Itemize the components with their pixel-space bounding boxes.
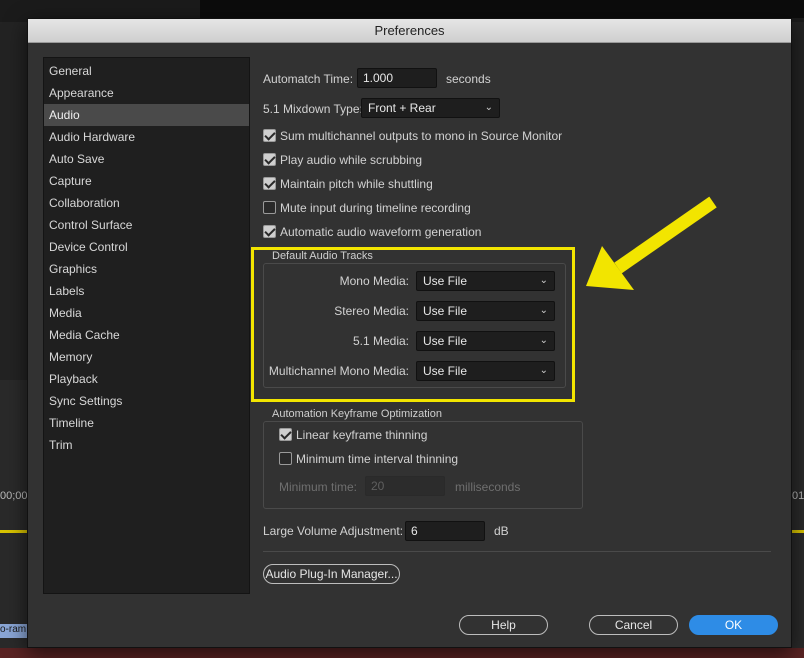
track-type-label: 5.1 Media: <box>352 334 409 348</box>
audio-preferences-panel: Automatch Time: 1.000 seconds 5.1 Mixdow… <box>28 19 791 647</box>
checkbox-label: Mute input during timeline recording <box>280 201 471 215</box>
automatch-label: Automatch Time: <box>263 72 354 86</box>
background-app-panel <box>200 0 804 18</box>
chevron-down-icon: ⌄ <box>539 305 548 316</box>
track-format-select[interactable]: Use File ⌄ <box>416 331 555 351</box>
chevron-down-icon: ⌄ <box>484 102 493 113</box>
track-format-select[interactable]: Use File ⌄ <box>416 271 555 291</box>
audio-option-checkbox[interactable]: Play audio while scrubbing <box>263 153 422 169</box>
large-volume-label: Large Volume Adjustment: <box>263 524 404 538</box>
large-volume-unit: dB <box>494 524 509 538</box>
checkbox-label: Automatic audio waveform generation <box>280 225 482 239</box>
track-format-select[interactable]: Use File ⌄ <box>416 301 555 321</box>
divider <box>263 551 771 552</box>
checkbox-checked-icon <box>279 428 292 441</box>
background-playhead-line <box>792 530 804 533</box>
track-format-value: Use File <box>423 304 468 318</box>
mixdown-value: Front + Rear <box>368 101 436 115</box>
min-time-label: Minimum time: <box>279 480 358 494</box>
audio-option-checkbox[interactable]: Maintain pitch while shuttling <box>263 177 433 193</box>
chevron-down-icon: ⌄ <box>539 335 548 346</box>
track-type-label: Mono Media: <box>339 274 409 288</box>
min-interval-thinning-checkbox[interactable]: Minimum time interval thinning <box>279 452 458 468</box>
audio-option-checkbox[interactable]: Automatic audio waveform generation <box>263 225 481 241</box>
track-format-value: Use File <box>423 334 468 348</box>
large-volume-input[interactable]: 6 <box>405 521 485 541</box>
chevron-down-icon: ⌄ <box>539 275 548 286</box>
audio-plugin-manager-button[interactable]: Audio Plug-In Manager... <box>263 564 400 584</box>
min-time-input[interactable]: 20 <box>365 476 445 496</box>
automatch-input[interactable]: 1.000 <box>357 68 437 88</box>
linear-thinning-checkbox[interactable]: Linear keyframe thinning <box>279 428 427 444</box>
background-ruler-left: 00;00 <box>0 490 28 502</box>
checkbox-label: Play audio while scrubbing <box>280 153 423 167</box>
background-playhead-line <box>0 530 28 533</box>
checkbox-checked-icon <box>263 225 276 238</box>
track-type-label: Multichannel Mono Media: <box>268 364 409 378</box>
min-time-unit: milliseconds <box>455 480 521 494</box>
audio-option-checkbox[interactable]: Mute input during timeline recording <box>263 201 471 217</box>
keyframe-optimization-title: Automation Keyframe Optimization <box>269 408 445 420</box>
mixdown-select[interactable]: Front + Rear ⌄ <box>361 98 500 118</box>
track-format-value: Use File <box>423 274 468 288</box>
ok-button[interactable]: OK <box>689 615 778 635</box>
checkbox-checked-icon <box>263 129 276 142</box>
checkbox-checked-icon <box>263 177 276 190</box>
checkbox-unchecked-icon <box>263 201 276 214</box>
checkbox-label: Sum multichannel outputs to mono in Sour… <box>280 129 563 143</box>
mixdown-label: 5.1 Mixdown Type: <box>263 102 363 116</box>
background-ruler-right: 01 <box>792 490 804 502</box>
background-bottom-bar <box>0 648 804 658</box>
checkbox-unchecked-icon <box>279 452 292 465</box>
cancel-button[interactable]: Cancel <box>589 615 678 635</box>
track-format-select[interactable]: Use File ⌄ <box>416 361 555 381</box>
track-type-label: Stereo Media: <box>334 304 409 318</box>
automatch-unit: seconds <box>446 72 491 86</box>
chevron-down-icon: ⌄ <box>539 365 548 376</box>
checkbox-checked-icon <box>263 153 276 166</box>
checkbox-label: Maintain pitch while shuttling <box>280 177 433 191</box>
help-button[interactable]: Help <box>459 615 548 635</box>
background-clip: o-ram <box>0 624 28 638</box>
preferences-dialog: Preferences General Appearance Audio Audio … <box>27 18 792 648</box>
default-audio-tracks-title: Default Audio Tracks <box>269 250 376 262</box>
audio-option-checkbox[interactable]: Sum multichannel outputs to mono in Sour… <box>263 129 562 145</box>
track-format-value: Use File <box>423 364 468 378</box>
